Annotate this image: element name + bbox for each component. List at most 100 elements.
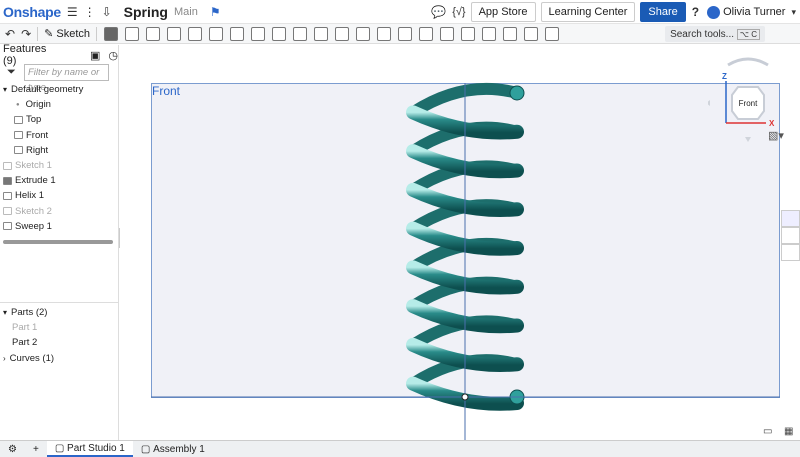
tab-manager-icon[interactable]: ⚙ <box>0 441 25 457</box>
tree-item-default-geometry[interactable]: ▾ Default geometry <box>0 82 119 97</box>
app-store-button[interactable]: App Store <box>470 2 536 22</box>
loft-icon[interactable] <box>167 26 182 41</box>
add-folder-icon[interactable]: ▣ <box>90 49 100 62</box>
origin-marker[interactable] <box>461 393 469 401</box>
revolve-icon[interactable] <box>125 26 140 41</box>
tree-item-label: Front <box>26 129 49 141</box>
search-tools-button[interactable]: Search tools... ⌥ C <box>665 26 765 42</box>
sketch-icon <box>3 161 12 170</box>
transform-icon[interactable] <box>377 26 392 41</box>
boolean-icon[interactable] <box>335 26 350 41</box>
tree-item-origin[interactable]: ● Origin <box>0 97 119 112</box>
graphics-viewport[interactable]: Front Front Z X ▧▾ ▭ ▦ <box>120 45 800 440</box>
workspace-name[interactable]: Main <box>174 6 198 18</box>
top-bar: Onshape ☰ ⋮ ⇩ Spring Main ⚑ 💬 {√} App St… <box>0 0 800 24</box>
parts-header[interactable]: ▾ Parts (2) <box>0 305 119 320</box>
spring-model[interactable] <box>120 45 800 440</box>
mass-properties-icon[interactable] <box>781 227 800 244</box>
rotate-down-icon[interactable] <box>745 137 751 142</box>
tree-item-label: Extrude 1 <box>15 175 56 187</box>
coil-end-face[interactable] <box>509 85 525 101</box>
right-panel-icons <box>781 210 800 261</box>
tree-item-front[interactable]: Front <box>0 128 119 143</box>
help-icon[interactable]: ? <box>692 5 699 19</box>
feature-toolbar: ↶ ↷ ✎ Sketch Search tools... ⌥ C <box>0 24 800 44</box>
measure-icon[interactable]: ▭ <box>763 426 772 437</box>
chevron-down-icon[interactable]: ▾ <box>791 7 796 18</box>
rotate-left-icon[interactable] <box>708 100 710 106</box>
rollback-bar[interactable] <box>3 240 113 244</box>
rollback-icon[interactable]: ◷ <box>108 49 118 62</box>
tab-label: Assembly 1 <box>153 443 205 455</box>
thicken-icon[interactable] <box>188 26 203 41</box>
units-icon[interactable]: ▦ <box>784 426 793 437</box>
appearance-icon[interactable] <box>781 210 800 227</box>
mate-connector-icon[interactable] <box>461 26 476 41</box>
split-icon[interactable] <box>356 26 371 41</box>
chevron-right-icon[interactable]: › <box>3 354 6 363</box>
variable-icon[interactable]: {√} <box>452 6 465 18</box>
part-item[interactable]: Part 1 <box>0 320 119 335</box>
share-button[interactable]: Share <box>640 2 686 22</box>
learning-center-button[interactable]: Learning Center <box>540 2 636 22</box>
document-tabs-bar: ⚙ + ▢ Part Studio 1 ▢ Assembly 1 <box>0 440 800 457</box>
helix-icon <box>3 191 12 200</box>
tree-item-label: Sweep 1 <box>15 220 52 232</box>
plane-icon[interactable] <box>419 26 434 41</box>
graduation-cap-icon[interactable]: ⚑ <box>210 5 221 19</box>
curves-header[interactable]: › Curves (1) <box>0 351 119 366</box>
tree-item-right[interactable]: Right <box>0 143 119 158</box>
document-name[interactable]: Spring <box>124 4 168 20</box>
parts-list: ▾ Parts (2) Part 1 Part 2 › Curves (1) <box>0 302 119 366</box>
feature-list-icon[interactable]: ⋮ <box>84 5 96 19</box>
view-options-icon[interactable]: ▧▾ <box>768 129 784 142</box>
add-tab-icon[interactable]: + <box>25 441 47 457</box>
tab-assembly-1[interactable]: ▢ Assembly 1 <box>133 441 213 457</box>
menu-icon[interactable]: ☰ <box>67 5 78 19</box>
feature-tree: ▾ Default geometry ● Origin Top Front Righ… <box>0 82 119 234</box>
undo-icon[interactable]: ↶ <box>5 27 15 41</box>
tree-item-extrude-1[interactable]: Extrude 1 <box>0 173 119 188</box>
rotate-arc-icon[interactable] <box>727 57 769 67</box>
tree-item-sketch-2[interactable]: Sketch 2 <box>0 204 119 219</box>
shell-icon[interactable] <box>272 26 287 41</box>
comment-icon[interactable]: 💬 <box>431 5 446 19</box>
insert-icon[interactable]: ⇩ <box>102 5 112 19</box>
tree-item-sweep-1[interactable]: Sweep 1 <box>0 219 119 234</box>
sweep-icon[interactable] <box>146 26 161 41</box>
sketch-button[interactable]: ✎ Sketch <box>44 27 90 41</box>
custom-feature-icon[interactable] <box>545 26 560 41</box>
draft-icon[interactable] <box>251 26 266 41</box>
spring-coils <box>406 82 525 411</box>
onshape-logo[interactable]: Onshape <box>3 4 61 20</box>
tree-item-label: Default geometry <box>11 84 84 96</box>
tab-part-studio-1[interactable]: ▢ Part Studio 1 <box>46 441 133 457</box>
chevron-down-icon[interactable]: ▾ <box>3 85 7 94</box>
hole-icon[interactable] <box>293 26 308 41</box>
user-name[interactable]: Olivia Turner <box>723 6 785 18</box>
surface-icon[interactable] <box>482 26 497 41</box>
helix-icon[interactable] <box>440 26 455 41</box>
frame-icon[interactable] <box>524 26 539 41</box>
filter-input[interactable]: Filter by name or type <box>24 64 109 93</box>
separator <box>96 26 98 41</box>
mirror-icon[interactable] <box>398 26 413 41</box>
configurations-icon[interactable] <box>781 244 800 261</box>
redo-icon[interactable]: ↷ <box>21 27 31 41</box>
pattern-icon[interactable] <box>314 26 329 41</box>
part-item[interactable]: Part 2 <box>0 335 119 350</box>
extrude-icon[interactable] <box>104 26 119 41</box>
sheet-metal-icon[interactable] <box>503 26 518 41</box>
chevron-down-icon[interactable]: ▾ <box>3 308 7 317</box>
fillet-icon[interactable] <box>209 26 224 41</box>
filter-icon[interactable]: ⏷ <box>7 66 16 79</box>
top-right: 💬 {√} App Store Learning Center Share ? … <box>425 0 800 24</box>
extrude-icon <box>3 176 12 185</box>
tree-item-sketch-1[interactable]: Sketch 1 <box>0 158 119 173</box>
tree-item-top[interactable]: Top <box>0 112 119 127</box>
tree-item-helix-1[interactable]: Helix 1 <box>0 188 119 203</box>
tree-item-label: Sketch 2 <box>15 205 52 217</box>
avatar[interactable] <box>707 5 721 19</box>
tree-item-label: Helix 1 <box>15 190 45 202</box>
chamfer-icon[interactable] <box>230 26 245 41</box>
